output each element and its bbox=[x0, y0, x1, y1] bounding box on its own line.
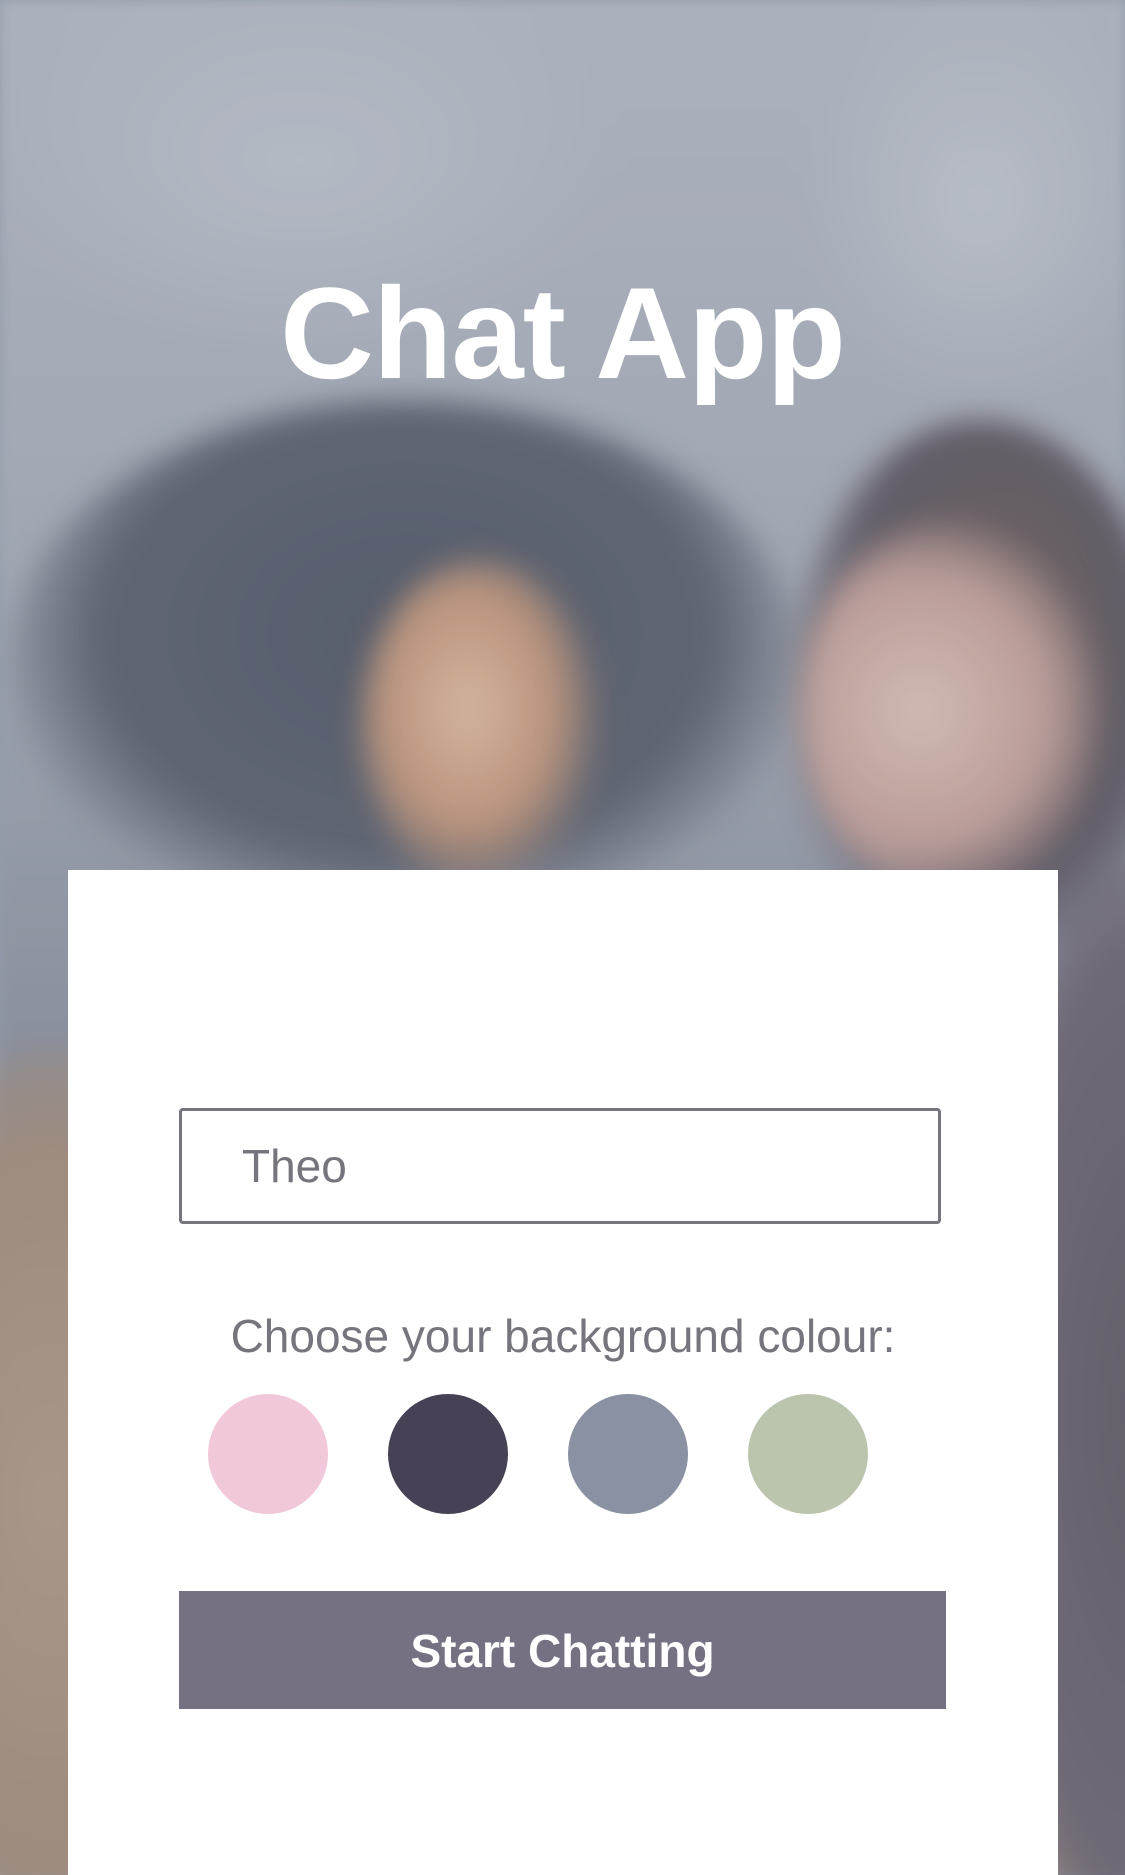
name-input[interactable] bbox=[179, 1108, 941, 1224]
start-chatting-button[interactable]: Start Chatting bbox=[179, 1591, 946, 1709]
app-title: Chat App bbox=[280, 260, 846, 406]
colour-option-grey-blue[interactable] bbox=[568, 1394, 688, 1514]
start-screen: Chat App Choose your background colour: … bbox=[0, 0, 1125, 1875]
colour-option-pink[interactable] bbox=[208, 1394, 328, 1514]
login-card: Choose your background colour: Start Cha… bbox=[68, 870, 1058, 1875]
colour-label: Choose your background colour: bbox=[230, 1310, 896, 1362]
colour-option-dark-purple[interactable] bbox=[388, 1394, 508, 1514]
colour-option-sage-green[interactable] bbox=[748, 1394, 868, 1514]
colour-options bbox=[208, 1394, 868, 1514]
